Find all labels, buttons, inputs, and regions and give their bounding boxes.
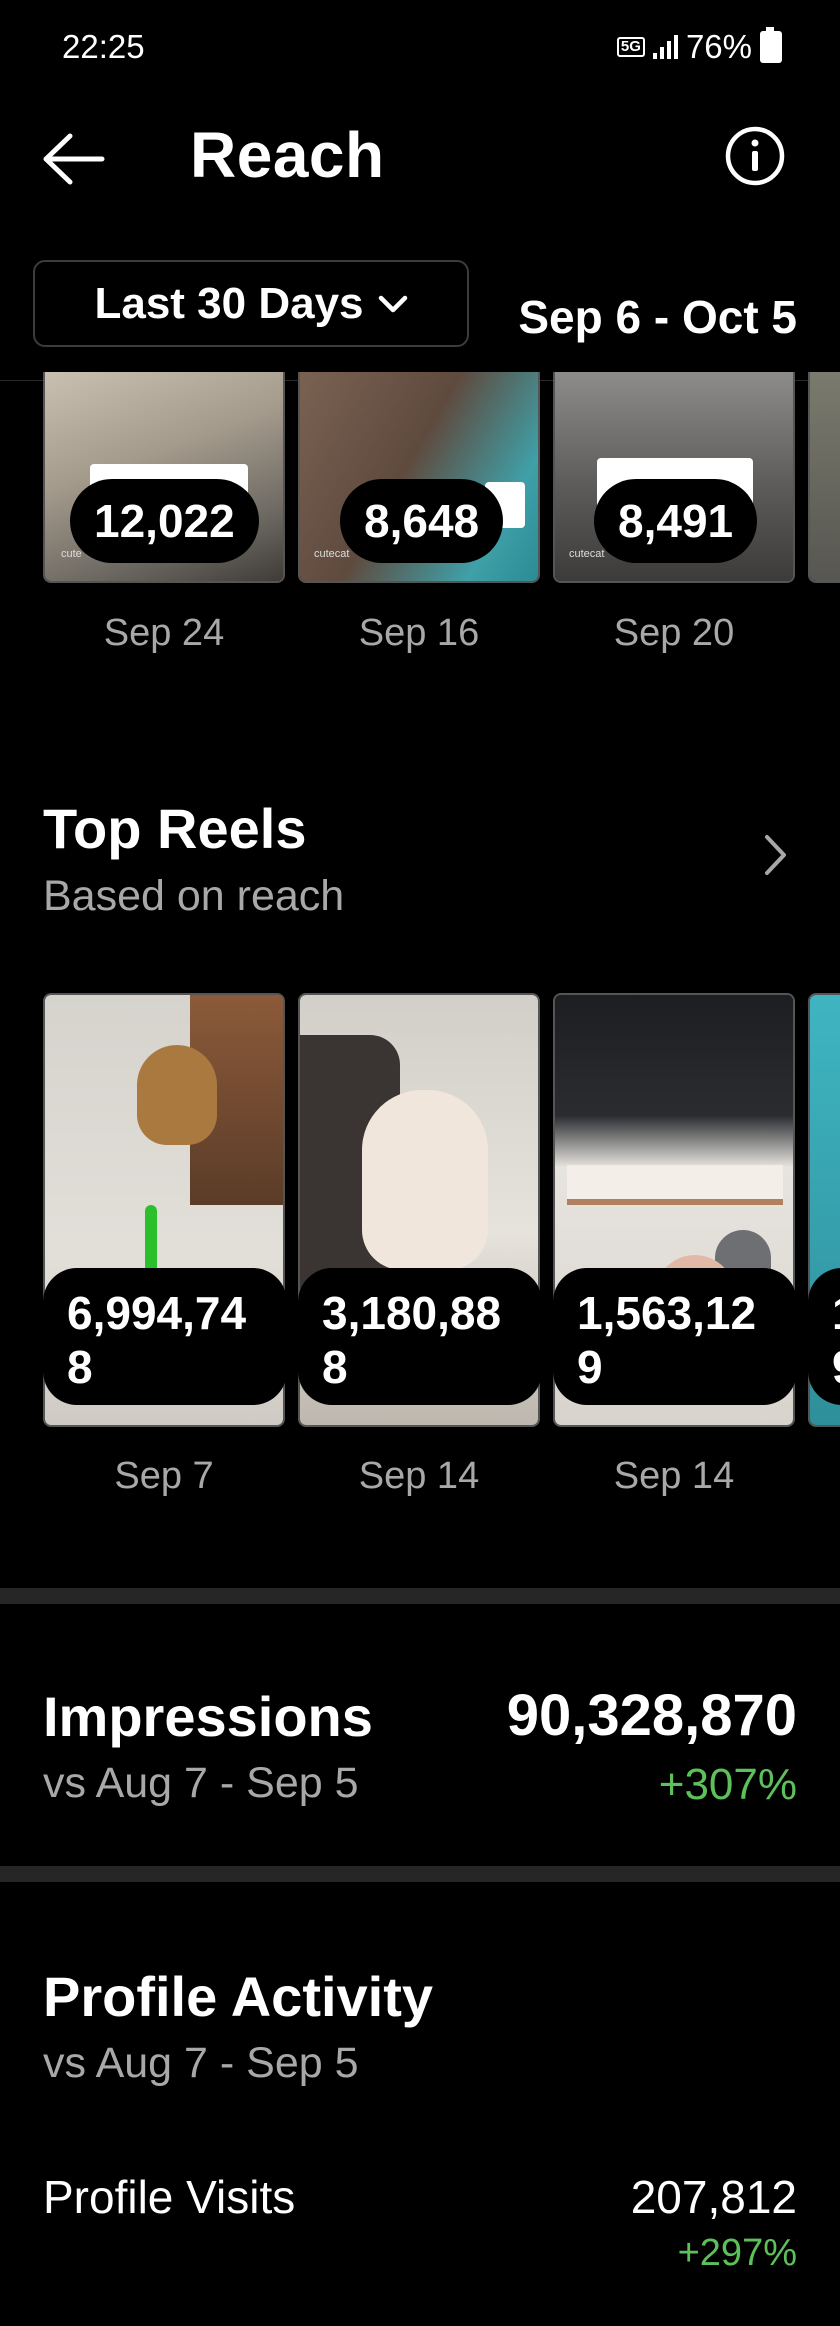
chevron-right-icon xyxy=(765,835,786,875)
reel-reach-count-2: 3,180,88 8 xyxy=(298,1268,542,1405)
profile-visits-label: Profile Visits xyxy=(43,2171,296,2223)
arrow-left-icon xyxy=(43,133,105,185)
info-button[interactable] xyxy=(724,125,786,187)
profile-activity-title: Profile Activity xyxy=(43,1965,434,2028)
profile-visits-change: +297% xyxy=(677,2232,797,2274)
reel-reach-count-1: 6,994,74 8 xyxy=(43,1268,287,1405)
top-reels-see-all-button[interactable] xyxy=(762,833,790,877)
date-range-dropdown-label: Last 30 Days xyxy=(94,278,364,328)
post-date-3: Sep 20 xyxy=(613,612,735,654)
status-time: 22:25 xyxy=(62,28,145,65)
section-divider xyxy=(0,1866,840,1882)
impressions-compare: vs Aug 7 - Sep 5 xyxy=(43,1759,359,1807)
date-range-dropdown[interactable]: Last 30 Days xyxy=(33,260,469,347)
signal-icon xyxy=(652,35,678,59)
status-icons: 5G 76% xyxy=(616,27,782,66)
post-date-2: Sep 16 xyxy=(358,612,480,654)
post-thumbnail-4-partial[interactable] xyxy=(808,372,840,583)
impressions-change: +307% xyxy=(658,1760,797,1809)
profile-activity-compare: vs Aug 7 - Sep 5 xyxy=(43,2039,359,2087)
impressions-value: 90,328,870 xyxy=(506,1683,797,1748)
post-reach-count-2: 8,648 xyxy=(340,479,504,563)
back-button[interactable] xyxy=(40,128,106,190)
impressions-title: Impressions xyxy=(43,1685,373,1748)
reel-date-3: Sep 14 xyxy=(613,1455,735,1497)
profile-visits-value: 207,812 xyxy=(630,2171,797,2223)
chevron-down-icon xyxy=(378,295,407,312)
network-5g-icon: 5G xyxy=(616,37,645,57)
info-icon xyxy=(725,126,785,186)
section-divider xyxy=(0,1588,840,1604)
reel-reach-count-3: 1,563,12 9 xyxy=(553,1268,797,1405)
post-reach-count-3: 8,491 xyxy=(594,479,758,563)
reel-date-2: Sep 14 xyxy=(358,1455,480,1497)
battery-icon xyxy=(760,27,782,63)
post-reach-count-1: 12,022 xyxy=(70,479,259,563)
page-title: Reach xyxy=(190,119,385,191)
reel-date-1: Sep 7 xyxy=(114,1455,214,1497)
top-reels-subtitle: Based on reach xyxy=(43,872,345,920)
reel-reach-count-4-partial: 1 9 xyxy=(808,1268,840,1405)
top-reels-title: Top Reels xyxy=(43,797,307,860)
post-date-1: Sep 24 xyxy=(103,612,225,654)
battery-level: 76% xyxy=(685,28,752,65)
date-range-text: Sep 6 - Oct 5 xyxy=(518,291,797,343)
